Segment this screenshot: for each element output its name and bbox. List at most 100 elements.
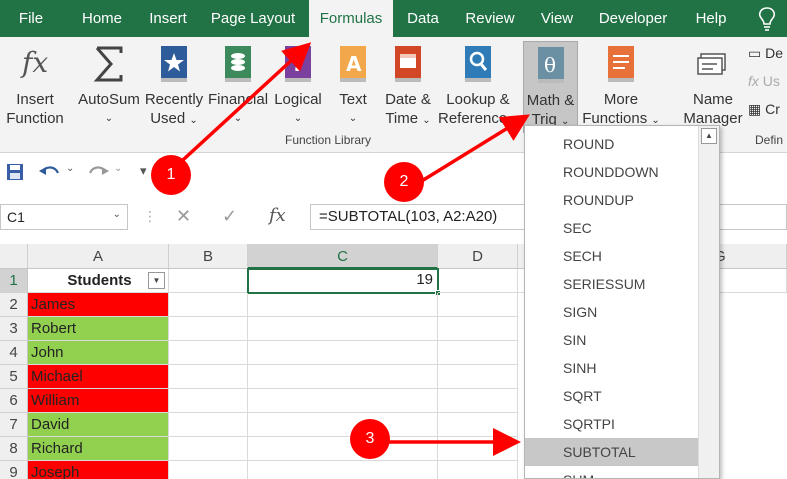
function-item-subtotal[interactable]: SUBTOTAL [525, 438, 699, 466]
function-item-roundup[interactable]: ROUNDUP [525, 186, 699, 214]
empty-cell[interactable] [248, 293, 438, 317]
tab-view[interactable]: View [532, 0, 582, 37]
student-cell[interactable]: James [28, 293, 169, 317]
column-header-b[interactable]: B [169, 244, 248, 269]
empty-cell[interactable] [438, 389, 518, 413]
math-trig-button[interactable]: θ Math & Trig ⌄ [523, 41, 578, 133]
student-cell[interactable]: David [28, 413, 169, 437]
function-item-sum[interactable]: SUM [525, 466, 699, 478]
student-cell[interactable]: Robert [28, 317, 169, 341]
empty-cell[interactable] [248, 365, 438, 389]
row-header-5[interactable]: 5 [0, 365, 28, 389]
lookup-reference-button[interactable]: Lookup & Reference ⌄ [438, 41, 520, 133]
function-item-seriessum[interactable]: SERIESSUM [525, 270, 699, 298]
empty-cell[interactable] [248, 461, 438, 479]
empty-cell[interactable] [169, 413, 248, 437]
function-item-round[interactable]: ROUND [525, 130, 699, 158]
tab-page-layout[interactable]: Page Layout [203, 0, 303, 37]
function-item-sqrt[interactable]: SQRT [525, 382, 699, 410]
row-header-1[interactable]: 1 [0, 269, 28, 293]
active-cell-c1[interactable]: 19 [247, 268, 441, 296]
tab-file[interactable]: File [6, 0, 56, 37]
undo-icon[interactable] [38, 163, 62, 181]
tab-help[interactable]: Help [686, 0, 736, 37]
empty-cell[interactable] [248, 341, 438, 365]
empty-cell[interactable] [438, 413, 518, 437]
empty-cell[interactable] [438, 437, 518, 461]
column-header-d[interactable]: D [438, 244, 518, 269]
empty-cell[interactable] [438, 317, 518, 341]
lightbulb-icon[interactable] [755, 6, 779, 32]
student-cell[interactable]: Richard [28, 437, 169, 461]
column-header-c[interactable]: C [248, 244, 438, 269]
student-cell[interactable]: John [28, 341, 169, 365]
empty-cell[interactable] [248, 317, 438, 341]
insert-function-button[interactable]: fx Insert Function [2, 41, 68, 133]
empty-cell[interactable] [169, 317, 248, 341]
tab-home[interactable]: Home [70, 0, 134, 37]
date-time-button[interactable]: Date & Time ⌄ [378, 41, 438, 133]
row-header-3[interactable]: 3 [0, 317, 28, 341]
chevron-down-icon[interactable]: ⌄ [113, 209, 121, 220]
column-header-a[interactable]: A [28, 244, 169, 269]
function-item-sinh[interactable]: SINH [525, 354, 699, 382]
row-header-6[interactable]: 6 [0, 389, 28, 413]
row-header-8[interactable]: 8 [0, 437, 28, 461]
empty-cell[interactable] [169, 389, 248, 413]
name-box[interactable]: C1 ⌄ [0, 204, 128, 230]
student-cell[interactable]: Joseph [28, 461, 169, 479]
cell-b1[interactable] [169, 269, 248, 293]
function-item-sin[interactable]: SIN [525, 326, 699, 354]
student-cell[interactable]: William [28, 389, 169, 413]
tab-data[interactable]: Data [398, 0, 448, 37]
empty-cell[interactable] [169, 293, 248, 317]
text-button[interactable]: A Text ⌄ [330, 41, 376, 133]
row-header-7[interactable]: 7 [0, 413, 28, 437]
student-cell[interactable]: Michael [28, 365, 169, 389]
function-item-sqrtpi[interactable]: SQRTPI [525, 410, 699, 438]
tab-developer[interactable]: Developer [590, 0, 676, 37]
empty-cell[interactable] [169, 341, 248, 365]
function-item-rounddown[interactable]: ROUNDDOWN [525, 158, 699, 186]
function-item-sign[interactable]: SIGN [525, 298, 699, 326]
cell-d1[interactable] [438, 269, 518, 293]
tab-insert[interactable]: Insert [138, 0, 198, 37]
customize-toolbar-icon[interactable]: ▾ [140, 163, 147, 179]
empty-cell[interactable] [248, 413, 438, 437]
function-item-sec[interactable]: SEC [525, 214, 699, 242]
financial-button[interactable]: Financial ⌄ [208, 41, 268, 133]
undo-dropdown-icon[interactable]: ⌄ [66, 163, 74, 174]
redo-icon[interactable] [86, 163, 110, 181]
define-name-item[interactable]: ▭ De [748, 45, 783, 62]
use-in-formula-item[interactable]: fx Us [748, 73, 780, 89]
scroll-up-icon[interactable]: ▲ [701, 128, 717, 144]
empty-cell[interactable] [169, 437, 248, 461]
function-item-sech[interactable]: SECH [525, 242, 699, 270]
empty-cell[interactable] [248, 389, 438, 413]
save-icon[interactable] [6, 163, 24, 181]
tab-review[interactable]: Review [458, 0, 522, 37]
row-header-9[interactable]: 9 [0, 461, 28, 479]
autosum-button[interactable]: AutoSum ⌄ [76, 41, 142, 133]
empty-cell[interactable] [438, 365, 518, 389]
filter-dropdown-icon[interactable]: ▼ [148, 272, 165, 289]
create-from-selection-item[interactable]: ▦ Cr [748, 101, 780, 118]
empty-cell[interactable] [169, 365, 248, 389]
cell-a1[interactable]: Students ▼ [28, 269, 169, 293]
empty-cell[interactable] [438, 293, 518, 317]
tab-formulas[interactable]: Formulas [309, 0, 393, 37]
logical-button[interactable]: ? Logical ⌄ [270, 41, 326, 133]
empty-cell[interactable] [248, 437, 438, 461]
select-all-corner[interactable] [0, 244, 28, 269]
enter-icon[interactable]: ✓ [222, 206, 237, 227]
fx-icon[interactable]: fx [269, 205, 286, 226]
empty-cell[interactable] [438, 461, 518, 479]
name-manager-button[interactable]: Name Manager [678, 41, 748, 133]
more-functions-button[interactable]: More Functions ⌄ [582, 41, 660, 133]
row-header-2[interactable]: 2 [0, 293, 28, 317]
dropdown-scrollbar[interactable]: ▲ [698, 126, 719, 478]
recently-used-button[interactable]: Recently Used ⌄ [144, 41, 204, 133]
redo-dropdown-icon[interactable]: ⌄ [114, 163, 122, 174]
empty-cell[interactable] [438, 341, 518, 365]
cancel-icon[interactable]: ✕ [176, 206, 191, 227]
